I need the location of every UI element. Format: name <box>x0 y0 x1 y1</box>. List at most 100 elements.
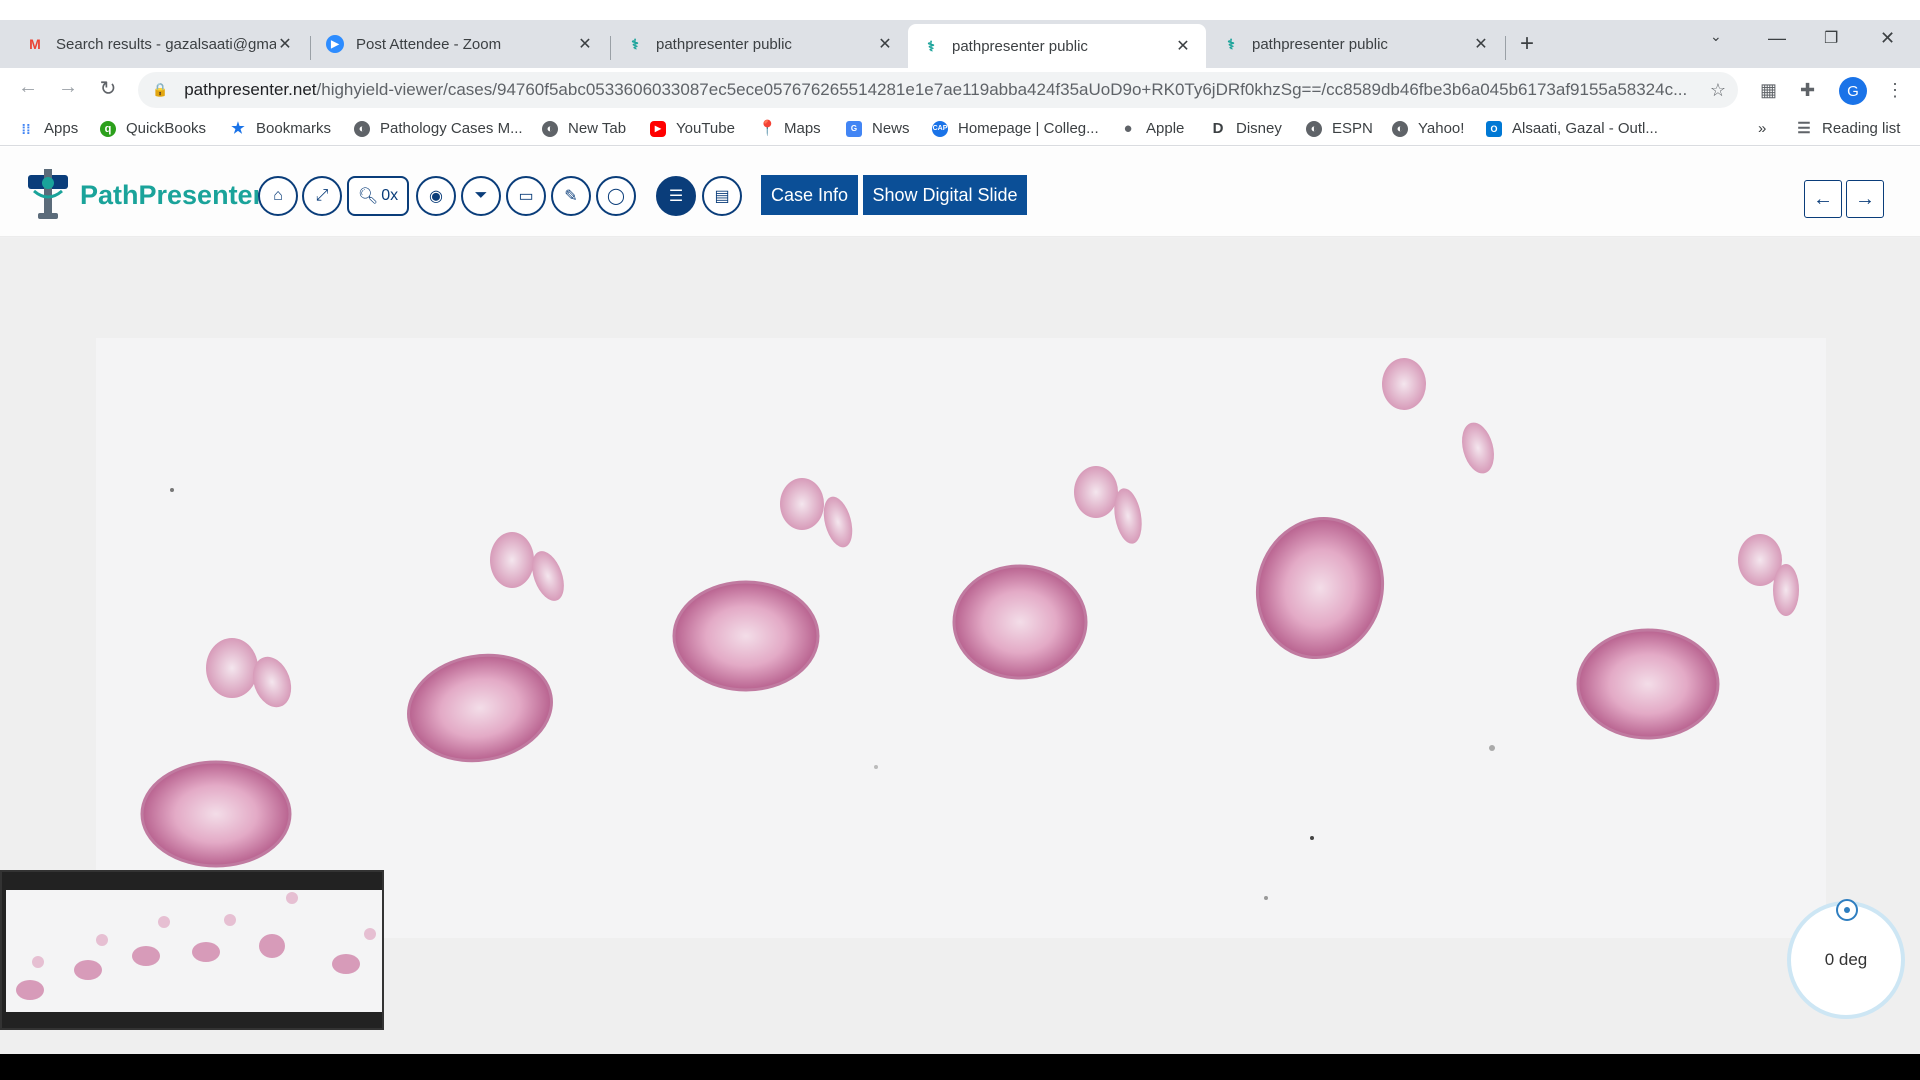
list-icon: ☰ <box>668 188 684 205</box>
home-button[interactable]: ⌂ <box>258 176 298 216</box>
bookmark-new-tab[interactable]: ◐ New Tab <box>542 120 626 137</box>
puzzle-icon[interactable]: ✚ <box>1800 80 1815 101</box>
bookmark-youtube[interactable]: ▶ YouTube <box>650 120 735 137</box>
lock-icon: 🔒 <box>152 82 169 97</box>
filter-icon: ⏷ <box>474 187 488 204</box>
reading-list-icon: ☰ <box>1797 119 1811 137</box>
globe-icon: ◐ <box>1392 120 1408 137</box>
pathpresenter-app: PathPresenter ⌂ ⤢ 🔍︎ 0x ◉ ⏷ ▭ ✎ ◯ ☰ ▤ Cas… <box>0 147 1920 1054</box>
tab-search-icon[interactable]: ⌄ <box>1710 28 1722 45</box>
minimap-viewport[interactable] <box>6 890 382 1012</box>
monitor-icon: ▭ <box>518 188 534 205</box>
bookmark-apple[interactable]: ● Apple <box>1120 120 1184 137</box>
lasso-icon: ◯ <box>607 188 625 205</box>
bookmark-bookmarks[interactable]: ★ Bookmarks <box>230 120 331 137</box>
bookmark-disney[interactable]: D Disney <box>1210 120 1282 137</box>
pathpresenter-icon: ⚕ <box>1227 35 1235 52</box>
menu-icon[interactable]: ⋮ <box>1886 80 1904 101</box>
new-tab-button[interactable]: + <box>1520 30 1534 58</box>
star-icon: ★ <box>231 119 245 137</box>
bookmark-star-icon[interactable]: ☆ <box>1710 80 1726 101</box>
zoom-icon: 🔍︎ <box>357 188 379 205</box>
globe-icon: ◐ <box>354 120 370 137</box>
bookmark-outlook[interactable]: O Alsaati, Gazal - Outl... <box>1486 120 1658 137</box>
tab-strip: M Search results - gazalsaati@gmail.com … <box>0 20 1920 68</box>
zoom-button[interactable]: 🔍︎ 0x <box>347 176 409 216</box>
pathpresenter-icon: ⚕ <box>927 37 935 54</box>
present-button[interactable]: ▭ <box>506 176 546 216</box>
previous-case-button[interactable]: ← <box>1804 180 1842 218</box>
apps-grid-icon: ⁞⁞ <box>21 120 31 137</box>
next-case-button[interactable]: → <box>1846 180 1884 218</box>
bookmark-news[interactable]: G News <box>846 120 910 137</box>
tab-pathpresenter-1[interactable]: ⚕ pathpresenter public ✕ <box>612 26 908 62</box>
url-text[interactable]: pathpresenter.net/highyield-viewer/cases… <box>184 80 1694 100</box>
filter-button[interactable]: ⏷ <box>461 176 501 216</box>
bookmark-apps[interactable]: ⁞⁞ Apps <box>18 120 78 137</box>
document-icon: ▤ <box>714 188 730 205</box>
navigation-bar: ← → ↻ 🔒 pathpresenter.net/highyield-view… <box>0 68 1920 112</box>
slide-viewer[interactable]: 0 deg <box>0 238 1920 1054</box>
profile-avatar[interactable]: G <box>1839 77 1867 105</box>
show-digital-slide-button[interactable]: Show Digital Slide <box>863 175 1027 215</box>
bookmarks-overflow[interactable]: » <box>1758 120 1766 137</box>
list-button[interactable]: ☰ <box>656 176 696 216</box>
close-window-icon[interactable]: ✕ <box>1880 28 1895 49</box>
rotation-dial[interactable]: 0 deg <box>1787 899 1905 1019</box>
camera-icon: ◉ <box>429 188 443 205</box>
browser-window: M Search results - gazalsaati@gmail.com … <box>0 0 1920 1054</box>
close-tab-icon[interactable]: ✕ <box>276 34 294 54</box>
tab-pathpresenter-active[interactable]: ⚕ pathpresenter public ✕ <box>908 24 1206 68</box>
disney-icon: D <box>1212 119 1224 137</box>
rotation-handle[interactable] <box>1836 899 1858 921</box>
screen: M Search results - gazalsaati@gmail.com … <box>0 0 1920 1080</box>
pencil-icon: ✎ <box>564 188 578 205</box>
back-icon[interactable]: ← <box>14 76 42 99</box>
close-tab-icon[interactable]: ✕ <box>1472 34 1490 54</box>
close-tab-icon[interactable]: ✕ <box>576 34 594 54</box>
bookmark-quickbooks[interactable]: q QuickBooks <box>100 120 206 137</box>
outlook-icon: O <box>1486 120 1502 137</box>
close-tab-icon[interactable]: ✕ <box>876 34 894 54</box>
youtube-icon: ▶ <box>650 120 666 137</box>
bookmarks-bar: ⁞⁞ Apps q QuickBooks ★ Bookmarks ◐ Pathology… <box>0 112 1920 146</box>
fullscreen-button[interactable]: ⤢ <box>302 176 342 216</box>
pathpresenter-logo[interactable]: PathPresenter <box>24 169 263 221</box>
tab-zoom[interactable]: ▶ Post Attendee - Zoom ✕ <box>312 26 608 62</box>
reload-icon[interactable]: ↻ <box>94 76 122 101</box>
extension-icon[interactable]: ▦ <box>1760 80 1777 101</box>
case-info-button[interactable]: Case Info <box>761 175 858 215</box>
bookmark-yahoo[interactable]: ◐ Yahoo! <box>1392 120 1464 137</box>
news-icon: G <box>846 120 862 137</box>
globe-icon: ◐ <box>542 120 558 137</box>
lasso-button[interactable]: ◯ <box>596 176 636 216</box>
screenshot-button[interactable]: ◉ <box>416 176 456 216</box>
app-toolbar: PathPresenter ⌂ ⤢ 🔍︎ 0x ◉ ⏷ ▭ ✎ ◯ ☰ ▤ Cas… <box>0 147 1920 237</box>
slide-minimap[interactable] <box>0 870 384 1030</box>
bookmark-homepage[interactable]: CAP Homepage | Colleg... <box>932 120 1099 137</box>
zoom-icon: ▶ <box>326 35 344 53</box>
minimize-icon[interactable]: — <box>1768 28 1786 49</box>
cap-icon: CAP <box>932 120 948 137</box>
tab-gmail[interactable]: M Search results - gazalsaati@gmail.com … <box>12 26 308 62</box>
reading-list[interactable]: ☰ Reading list <box>1796 120 1900 137</box>
address-bar[interactable]: 🔒 pathpresenter.net/highyield-viewer/cas… <box>138 72 1738 108</box>
arrow-left-icon: ← <box>1813 187 1833 210</box>
close-tab-icon[interactable]: ✕ <box>1174 36 1192 56</box>
bookmark-espn[interactable]: ◐ ESPN <box>1306 120 1373 137</box>
restore-icon[interactable]: ❐ <box>1824 28 1838 48</box>
quickbooks-icon: q <box>100 120 116 137</box>
microscope-logo-icon <box>24 169 72 221</box>
bookmark-maps[interactable]: 📍 Maps <box>758 120 821 137</box>
pathpresenter-icon: ⚕ <box>631 35 639 52</box>
annotate-button[interactable]: ✎ <box>551 176 591 216</box>
tab-pathpresenter-3[interactable]: ⚕ pathpresenter public ✕ <box>1208 26 1504 62</box>
forward-icon[interactable]: → <box>54 76 82 99</box>
arrow-right-icon: → <box>1855 187 1875 210</box>
maps-pin-icon: 📍 <box>758 119 777 137</box>
bookmark-pathology-cases[interactable]: ◐ Pathology Cases M... <box>354 120 523 137</box>
expand-icon: ⤢ <box>315 187 329 204</box>
apple-icon: ● <box>1123 119 1133 137</box>
report-button[interactable]: ▤ <box>702 176 742 216</box>
globe-icon: ◐ <box>1306 120 1322 137</box>
